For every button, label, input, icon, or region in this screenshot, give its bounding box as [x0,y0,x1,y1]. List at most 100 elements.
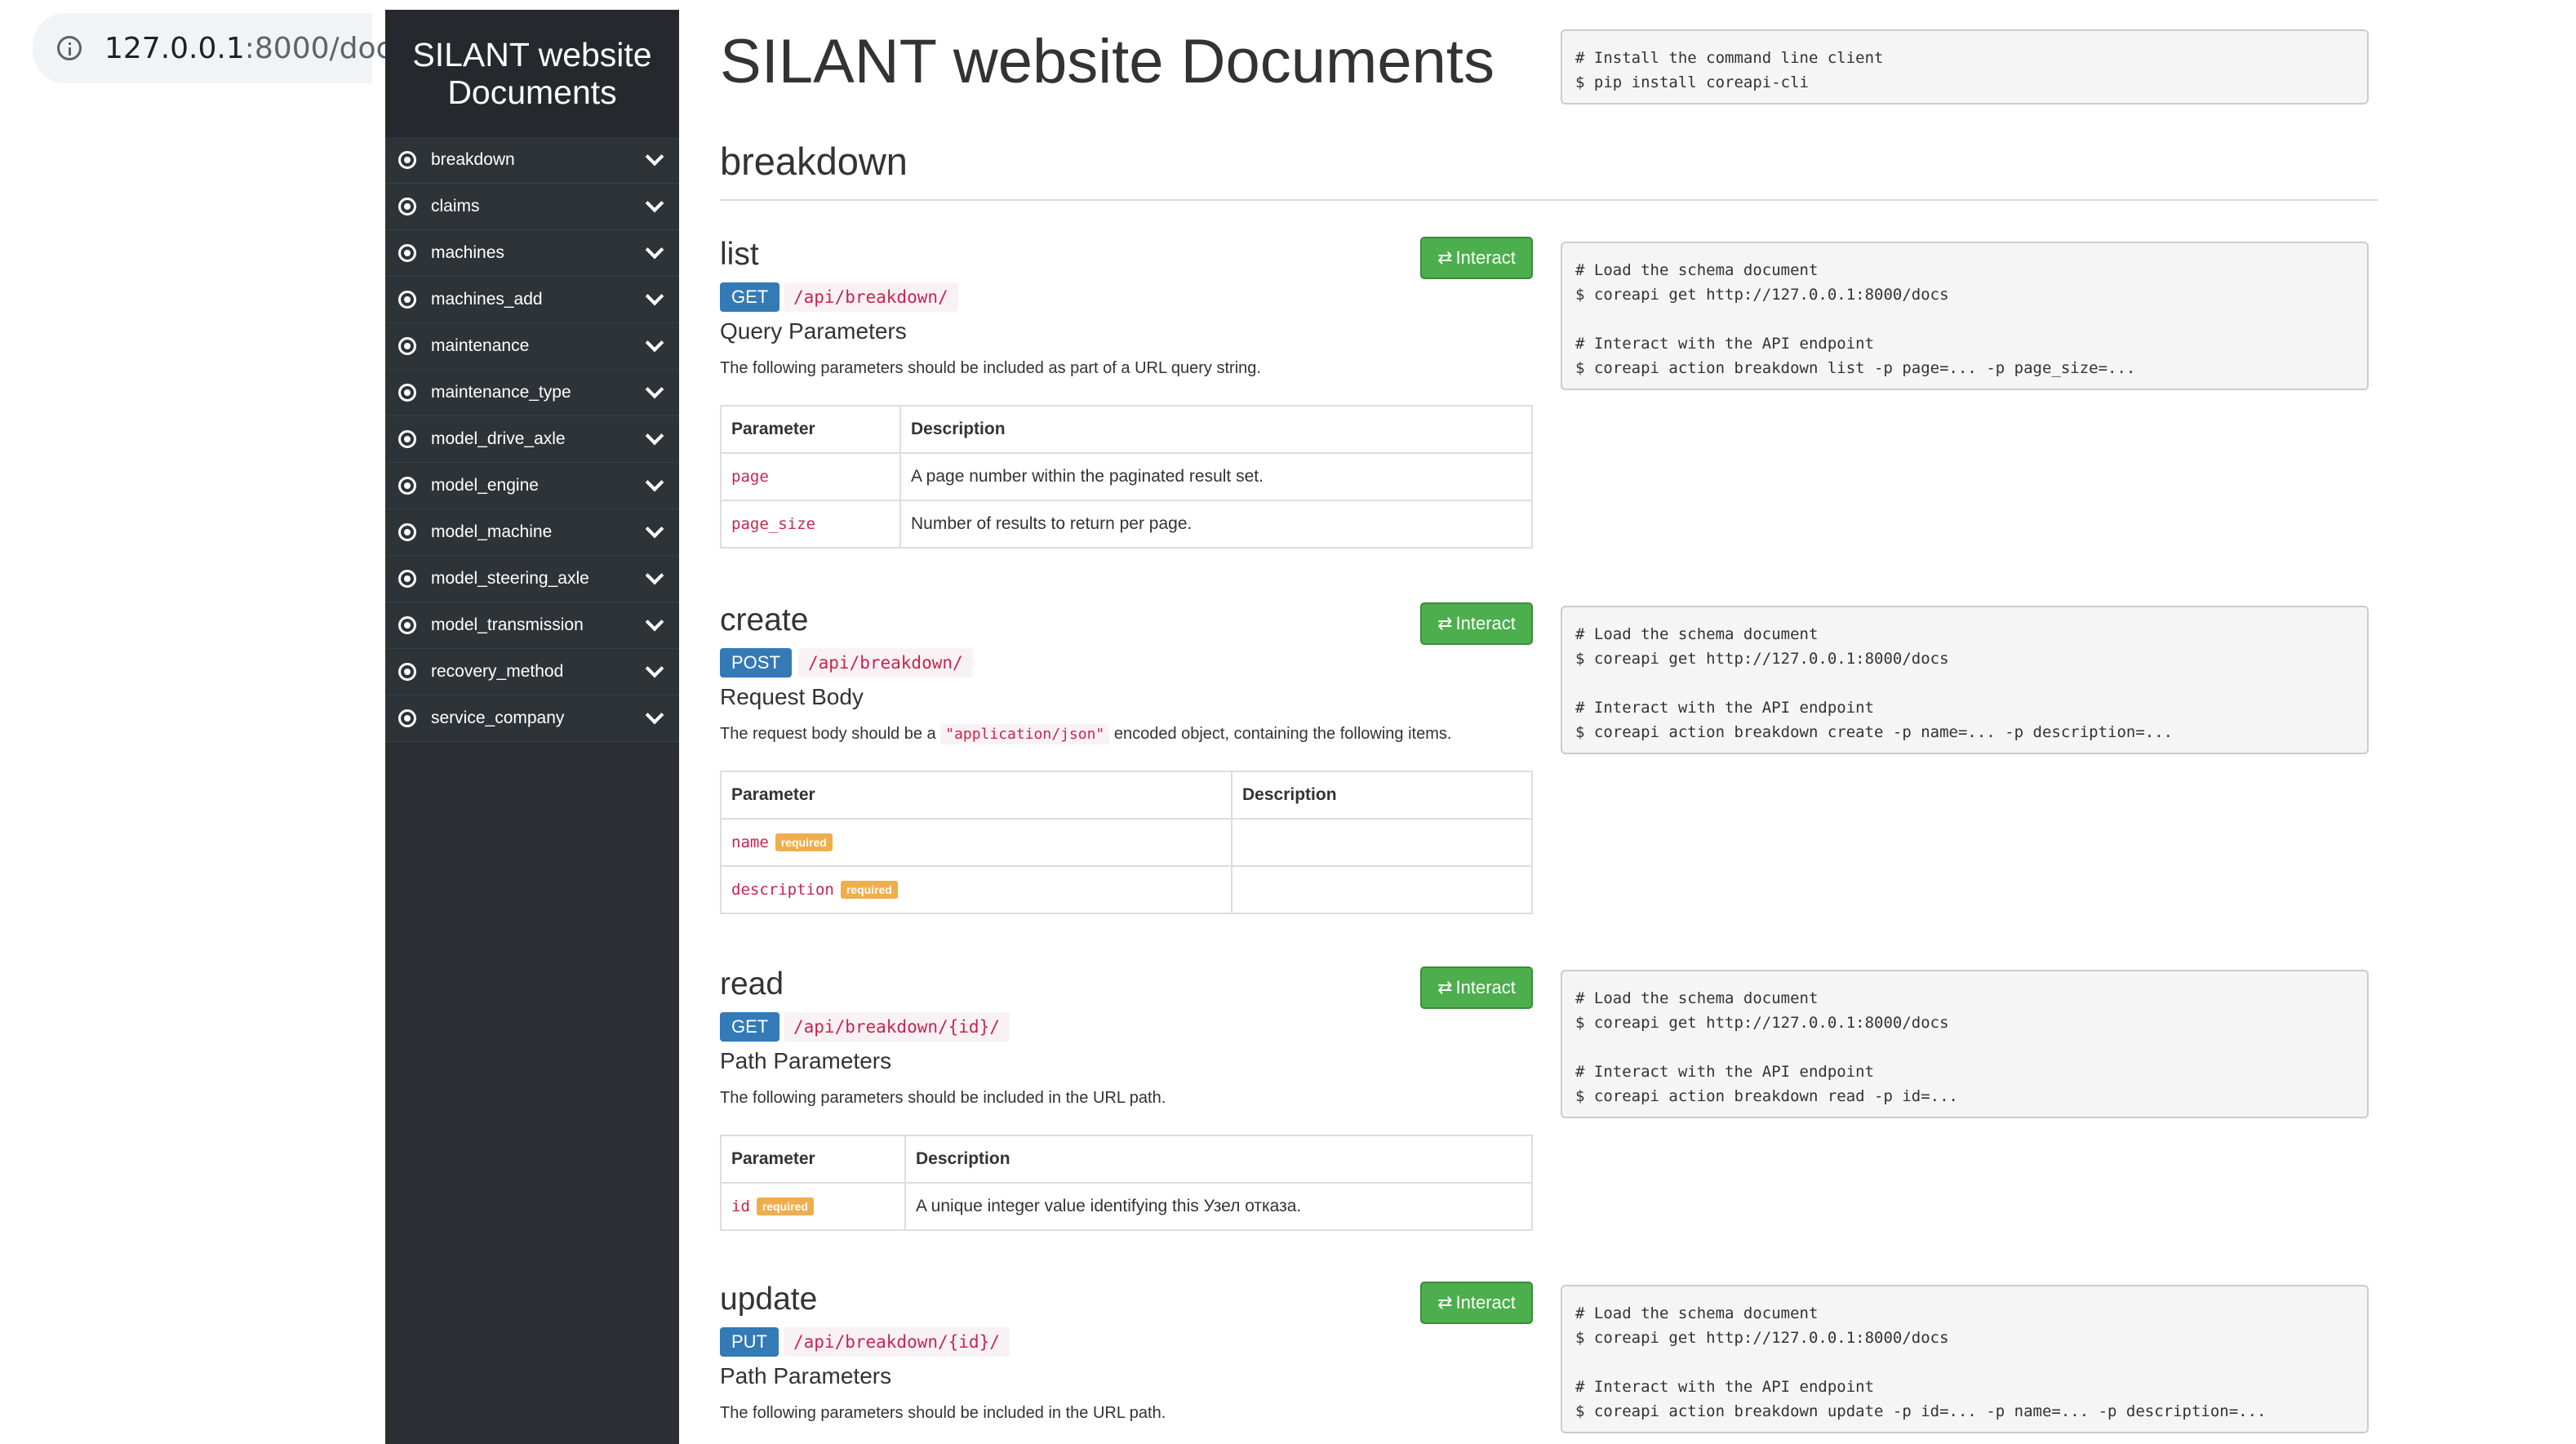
dot-circle-icon [398,337,416,355]
chevron-down-icon [645,333,664,353]
chevron-down-icon [645,240,664,260]
sidebar: SILANT website Documents breakdown claim… [385,10,679,1444]
sidebar-item-model-engine[interactable]: model_engine [385,463,679,509]
required-badge: required [840,881,898,900]
url-host: 127.0.0.1 [104,31,245,65]
table-header-row: Parameter Description [720,1135,1533,1184]
sidebar-item-label: maintenance [431,336,530,355]
table-header-row: Parameter Description [720,405,1533,454]
required-badge: required [775,833,833,852]
col-description: Description [899,405,1533,454]
table-header-row: Parameter Description [720,771,1533,820]
sidebar-item-maintenance[interactable]: maintenance [385,323,679,370]
params-heading: Request Body [720,684,864,709]
desc-text: The request body should be a [720,725,941,743]
params-table: Parameter Description id required A uniqu… [720,1135,1533,1231]
dot-circle-icon [398,291,416,309]
sidebar-item-model-machine[interactable]: model_machine [385,509,679,556]
dot-circle-icon [398,477,416,495]
sidebar-item-label: model_transmission [431,615,584,634]
interact-label: Interact [1455,977,1516,997]
chevron-down-icon [645,473,664,492]
sidebar-item-label: service_company [431,709,565,727]
info-icon[interactable] [57,36,82,60]
endpoint-list: list ⇄ Interact GET /api/breakdown/ Query… [720,237,1533,555]
sidebar-menu: breakdown claims machines machines_add m… [385,137,679,742]
table-row: name required [720,818,1533,867]
chevron-down-icon [645,705,664,725]
sidebar-item-service-company[interactable]: service_company [385,695,679,742]
param-description [1231,865,1533,914]
sidebar-brand[interactable]: SILANT website Documents [385,10,679,137]
dot-circle-icon [398,430,416,448]
table-row: description required [720,865,1533,914]
endpoint-title: list [720,237,759,272]
interact-button[interactable]: ⇄ Interact [1420,1282,1533,1324]
params-description: The following parameters should be inclu… [720,1089,1166,1107]
interact-label: Interact [1455,1292,1516,1313]
sidebar-item-machines[interactable]: machines [385,230,679,277]
dot-circle-icon [398,663,416,681]
url-text[interactable]: 127.0.0.1:8000/docs [104,32,407,65]
dot-circle-icon [398,616,416,634]
chevron-down-icon [645,380,664,399]
interact-button[interactable]: ⇄ Interact [1420,237,1533,279]
content-type-code: "application/json" [940,724,1110,744]
endpoint-read: read ⇄ Interact GET /api/breakdown/{id}/ … [720,966,1533,1236]
params-description: The following parameters should be inclu… [720,359,1261,377]
sidebar-item-label: recovery_method [431,662,564,681]
sidebar-item-label: machines [431,243,504,262]
section-title: breakdown [720,140,908,183]
exchange-icon: ⇄ [1437,977,1453,997]
interact-button[interactable]: ⇄ Interact [1420,602,1533,645]
params-table: Parameter Description name required descr… [720,771,1533,914]
address-bar[interactable]: 127.0.0.1:8000/docs [33,13,407,83]
param-name: name [731,833,769,851]
params-description: The request body should be a "applicatio… [720,724,1451,744]
params-table: Parameter Description page A page number… [720,405,1533,549]
param-description: A page number within the paginated resul… [899,452,1533,501]
interact-label: Interact [1455,247,1516,268]
chevron-down-icon [645,193,664,213]
col-parameter: Parameter [720,1135,906,1184]
install-code-block: # Install the command line client $ pip … [1561,29,2369,104]
dot-circle-icon [398,244,416,262]
param-description: A unique integer value identifying this … [904,1182,1533,1231]
endpoint-create: create ⇄ Interact POST /api/breakdown/ Re… [720,602,1533,921]
main-content: SILANT website Documents # Install the c… [720,0,2385,1444]
dot-circle-icon [398,709,416,727]
sidebar-item-maintenance-type[interactable]: maintenance_type [385,370,679,416]
sidebar-item-model-transmission[interactable]: model_transmission [385,602,679,649]
param-cell: description required [720,865,1232,914]
read-code-block: # Load the schema document $ coreapi get… [1561,970,2369,1118]
sidebar-item-label: breakdown [431,150,515,169]
param-cell: id required [720,1182,906,1231]
exchange-icon: ⇄ [1437,613,1453,633]
sidebar-item-breakdown[interactable]: breakdown [385,137,679,184]
param-name: page [720,452,901,501]
update-code-block: # Load the schema document $ coreapi get… [1561,1285,2369,1433]
sidebar-item-claims[interactable]: claims [385,184,679,230]
sidebar-item-model-drive-axle[interactable]: model_drive_axle [385,416,679,463]
sidebar-item-label: claims [431,197,480,215]
params-heading: Path Parameters [720,1363,892,1388]
dot-circle-icon [398,198,416,215]
endpoint-title: create [720,602,809,638]
sidebar-item-machines-add[interactable]: machines_add [385,277,679,323]
col-parameter: Parameter [720,771,1232,820]
section-divider [720,199,2378,201]
endpoint-update: update ⇄ Interact PUT /api/breakdown/{id}… [720,1282,1533,1444]
sidebar-item-label: maintenance_type [431,383,571,402]
param-name: id [731,1197,750,1215]
sidebar-item-label: model_steering_axle [431,569,589,588]
endpoint-title: read [720,966,784,1002]
table-row: id required A unique integer value identi… [720,1182,1533,1231]
param-description [1231,818,1533,867]
chevron-down-icon [645,612,664,632]
sidebar-item-recovery-method[interactable]: recovery_method [385,649,679,695]
table-row: page A page number within the paginated … [720,452,1533,501]
col-description: Description [904,1135,1533,1184]
sidebar-item-model-steering-axle[interactable]: model_steering_axle [385,556,679,602]
exchange-icon: ⇄ [1437,1292,1453,1313]
interact-button[interactable]: ⇄ Interact [1420,966,1533,1009]
